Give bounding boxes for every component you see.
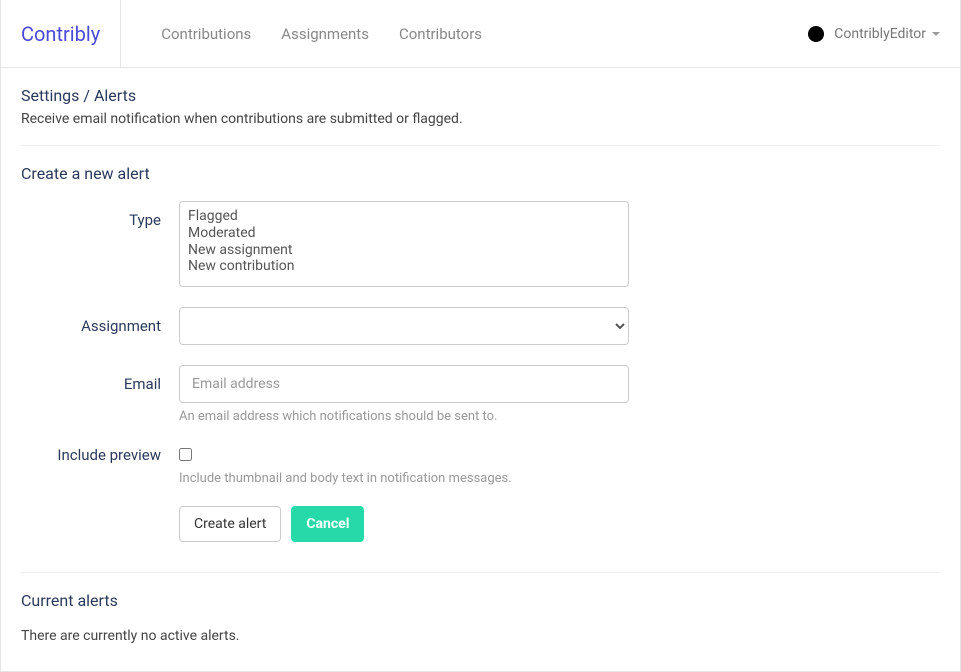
type-option[interactable]: New contribution: [188, 258, 620, 275]
page-description: Receive email notification when contribu…: [21, 111, 940, 127]
preview-help: Include thumbnail and body text in notif…: [179, 471, 629, 486]
email-label: Email: [21, 365, 179, 424]
preview-label: Include preview: [21, 444, 179, 486]
avatar: [808, 26, 824, 42]
no-alerts-message: There are currently no active alerts.: [21, 628, 940, 644]
preview-checkbox[interactable]: [179, 448, 192, 461]
assignment-label: Assignment: [21, 307, 179, 345]
create-alert-button[interactable]: Create alert: [179, 506, 281, 542]
divider: [21, 572, 940, 573]
assignment-select[interactable]: [179, 307, 629, 345]
type-option[interactable]: Moderated: [188, 225, 620, 242]
breadcrumb: Settings / Alerts: [21, 86, 940, 105]
brand-logo[interactable]: Contribly: [1, 0, 121, 68]
cancel-button[interactable]: Cancel: [291, 506, 364, 542]
nav-contributions[interactable]: Contributions: [151, 15, 261, 53]
user-name: ContriblyEditor: [834, 26, 926, 42]
navbar: Contribly Contributions Assignments Cont…: [1, 0, 960, 68]
user-menu[interactable]: ContriblyEditor: [808, 26, 960, 42]
email-help: An email address which notifications sho…: [179, 409, 629, 424]
type-select[interactable]: Flagged Moderated New assignment New con…: [179, 201, 629, 287]
type-label: Type: [21, 201, 179, 287]
current-alerts-title: Current alerts: [21, 591, 940, 610]
type-option[interactable]: New assignment: [188, 242, 620, 259]
nav-contributors[interactable]: Contributors: [389, 15, 492, 53]
create-alert-title: Create a new alert: [21, 164, 940, 183]
type-option[interactable]: Flagged: [188, 208, 620, 225]
email-field[interactable]: [179, 365, 629, 403]
nav-links: Contributions Assignments Contributors: [121, 15, 808, 53]
divider: [21, 145, 940, 146]
nav-assignments[interactable]: Assignments: [271, 15, 379, 53]
chevron-down-icon: [932, 32, 940, 36]
